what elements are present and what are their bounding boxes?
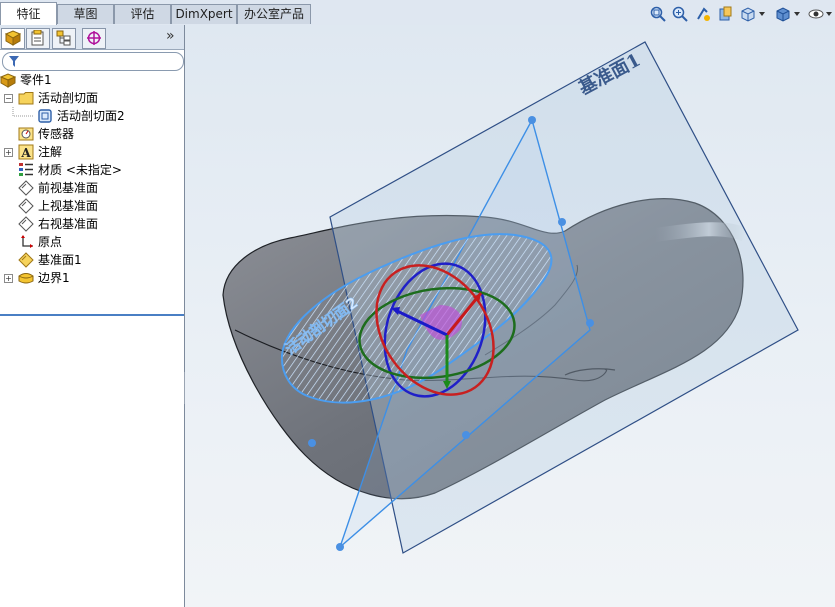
plane-icon <box>18 216 34 232</box>
tree-item-label: 边界1 <box>38 271 70 285</box>
tree-item-label: 材质 <未指定> <box>38 163 122 177</box>
expand-icon[interactable]: + <box>4 274 13 283</box>
part-icon <box>0 73 16 88</box>
chevron-down-icon[interactable] <box>794 12 800 16</box>
collapse-icon[interactable]: − <box>4 94 13 103</box>
plane-icon <box>18 252 34 268</box>
tree-item-annotations[interactable]: + A 注解 <box>0 143 184 161</box>
tree-item-section-plane-2[interactable]: 活动剖切面2 <box>0 107 184 125</box>
section-handle-point[interactable] <box>336 543 344 551</box>
section-view-icon[interactable] <box>717 6 733 22</box>
tree-item-part[interactable]: 零件1 <box>0 71 184 89</box>
origin-icon <box>21 235 33 248</box>
folder-icon <box>18 92 34 105</box>
chevron-down-icon[interactable] <box>759 12 765 16</box>
tree-item-top-plane[interactable]: 上视基准面 <box>0 197 184 215</box>
section-handle-point[interactable] <box>462 431 470 439</box>
tab-dimxpert[interactable]: DimXpert <box>171 4 237 24</box>
tree-item-origin[interactable]: 原点 <box>0 233 184 251</box>
rollback-bar[interactable] <box>0 314 184 316</box>
propertymanager-icon <box>31 29 44 46</box>
sensor-icon <box>18 127 34 141</box>
tree-item-sensors[interactable]: 传感器 <box>0 125 184 143</box>
zoom-area-icon[interactable] <box>672 6 688 22</box>
tree-item-right-plane[interactable]: 右视基准面 <box>0 215 184 233</box>
tab-sketch[interactable]: 草图 <box>57 4 114 24</box>
panel-more-button[interactable]: » <box>166 28 175 44</box>
section-handle-point[interactable] <box>528 116 536 124</box>
tree-item-label: 基准面1 <box>38 253 82 267</box>
tree-item-label: 上视基准面 <box>38 199 99 213</box>
section-handle-point[interactable] <box>308 439 316 447</box>
tree-item-label: 传感器 <box>38 127 75 141</box>
dimxpert-manager-icon <box>87 31 101 45</box>
model-view: 基准面1 活动剖切面2 <box>222 41 799 554</box>
plane-icon <box>18 180 34 196</box>
tree-filter-input[interactable] <box>2 52 184 71</box>
command-manager-tabs: 特征 草图 评估 DimXpert 办公室产品 <box>0 0 835 26</box>
expand-icon[interactable]: + <box>4 148 13 157</box>
tree-item-material[interactable]: 材质 <未指定> <box>0 161 184 179</box>
annotation-icon: A <box>18 144 34 160</box>
hide-show-icon[interactable] <box>808 6 824 22</box>
tree-item-front-plane[interactable]: 前视基准面 <box>0 179 184 197</box>
tree-item-plane-1[interactable]: 基准面1 <box>0 251 184 269</box>
material-icon <box>19 163 33 176</box>
tree-item-label: 原点 <box>38 235 63 249</box>
tab-evaluate[interactable]: 评估 <box>114 4 171 24</box>
chevron-down-icon[interactable] <box>826 12 832 16</box>
featuremanager-icon <box>4 30 22 46</box>
tree-item-label: 活动剖切面 <box>38 91 99 105</box>
tree-item-boundary-1[interactable]: + 边界1 <box>0 269 184 287</box>
configurationmanager-icon <box>56 30 71 46</box>
graphics-area[interactable]: 基准面1 活动剖切面2 <box>185 25 835 607</box>
plane-icon <box>18 198 34 214</box>
feature-manager-panel: » 零件1 − 活动剖切面 活动剖切面2 传感器 + A 注解 材质 <未指定>… <box>0 25 185 607</box>
display-style-icon[interactable] <box>775 6 791 22</box>
tree-item-label: 注解 <box>38 145 63 159</box>
section-plane-icon <box>38 109 52 123</box>
section-handle-point[interactable] <box>586 319 594 327</box>
tree-item-label: 零件1 <box>20 73 52 87</box>
panel-tabs: » <box>0 25 184 50</box>
svg-text:A: A <box>20 146 31 160</box>
view-orientation-icon[interactable] <box>740 6 756 22</box>
filter-icon <box>9 56 19 67</box>
tree-item-section-folder[interactable]: − 活动剖切面 <box>0 89 184 107</box>
tab-feature-manager[interactable] <box>1 28 25 49</box>
zoom-to-fit-icon[interactable] <box>650 6 666 22</box>
tree-item-label: 前视基准面 <box>38 181 99 195</box>
tab-configuration-manager[interactable] <box>52 28 76 49</box>
section-handle-point[interactable] <box>558 218 566 226</box>
tree-item-label: 右视基准面 <box>38 217 99 231</box>
tab-features[interactable]: 特征 <box>0 2 57 26</box>
boundary-icon <box>18 273 34 284</box>
previous-view-icon[interactable] <box>695 6 711 22</box>
tree-item-label: 活动剖切面2 <box>57 109 125 123</box>
tree-connector <box>12 107 34 117</box>
tab-dimxpert-manager[interactable] <box>82 28 106 49</box>
tab-property-manager[interactable] <box>26 28 50 49</box>
tab-office-products[interactable]: 办公室产品 <box>237 4 311 24</box>
